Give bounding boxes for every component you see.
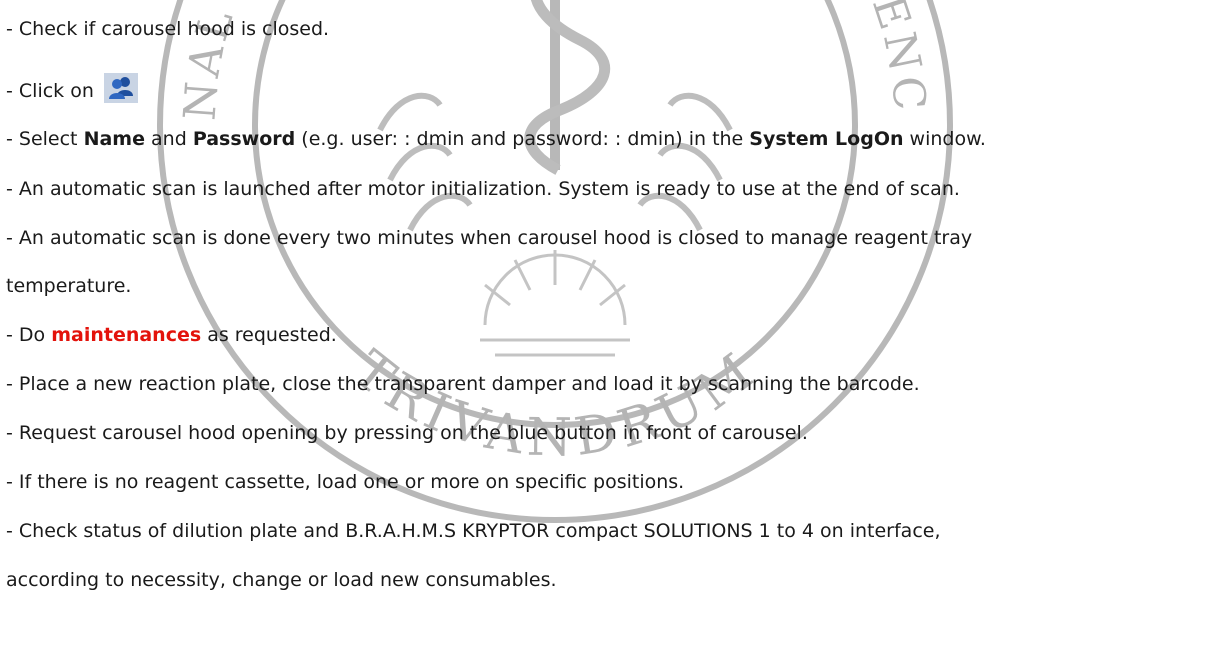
emphasis-text: Name [83,128,145,150]
instruction-line-12: according to necessity, change or load n… [6,569,557,591]
sunrise-icon [480,250,630,357]
instruction-line-5: - An automatic scan is done every two mi… [6,227,973,249]
plain-text: - Do [6,324,52,346]
instruction-line-6: temperature. [6,275,132,297]
instruction-line-8: - Place a new reaction plate, close the … [6,373,920,395]
instruction-line-1: - Check if carousel hood is closed. [6,18,330,40]
plain-text: window. [903,128,986,150]
institute-seal-watermark: SREE CHITRA TIRUNAL INSTITUTE FOR MEDICA… [140,0,953,523]
users-logon-icon[interactable] [103,73,138,103]
plain-text: - Select [6,128,84,150]
instruction-line-7: - Do maintenances as requested. [6,323,337,347]
seal-city-text: TRIVANDRUM [342,339,769,468]
instruction-line-2: - Click on [6,73,138,103]
emphasis-text: Password [192,128,296,150]
emphasis-text: System LogOn [749,128,904,150]
plain-text: as requested. [201,324,337,346]
instruction-line-9: - Request carousel hood opening by press… [6,422,808,444]
plain-text: and [144,128,193,150]
instruction-line-3: - Select Name and Password (e.g. user: :… [6,127,986,151]
highlight-link-text: maintenances [51,324,202,346]
laurel-right-icon [637,92,733,232]
laurel-left-icon [377,92,473,232]
instruction-line-4: - An automatic scan is launched after mo… [6,178,960,200]
plain-text: (e.g. user: : dmin and password: : dmin)… [295,128,750,150]
instruction-line-11: - Check status of dilution plate and B.R… [6,520,941,542]
instruction-line-10: - If there is no reagent cassette, load … [6,471,685,493]
